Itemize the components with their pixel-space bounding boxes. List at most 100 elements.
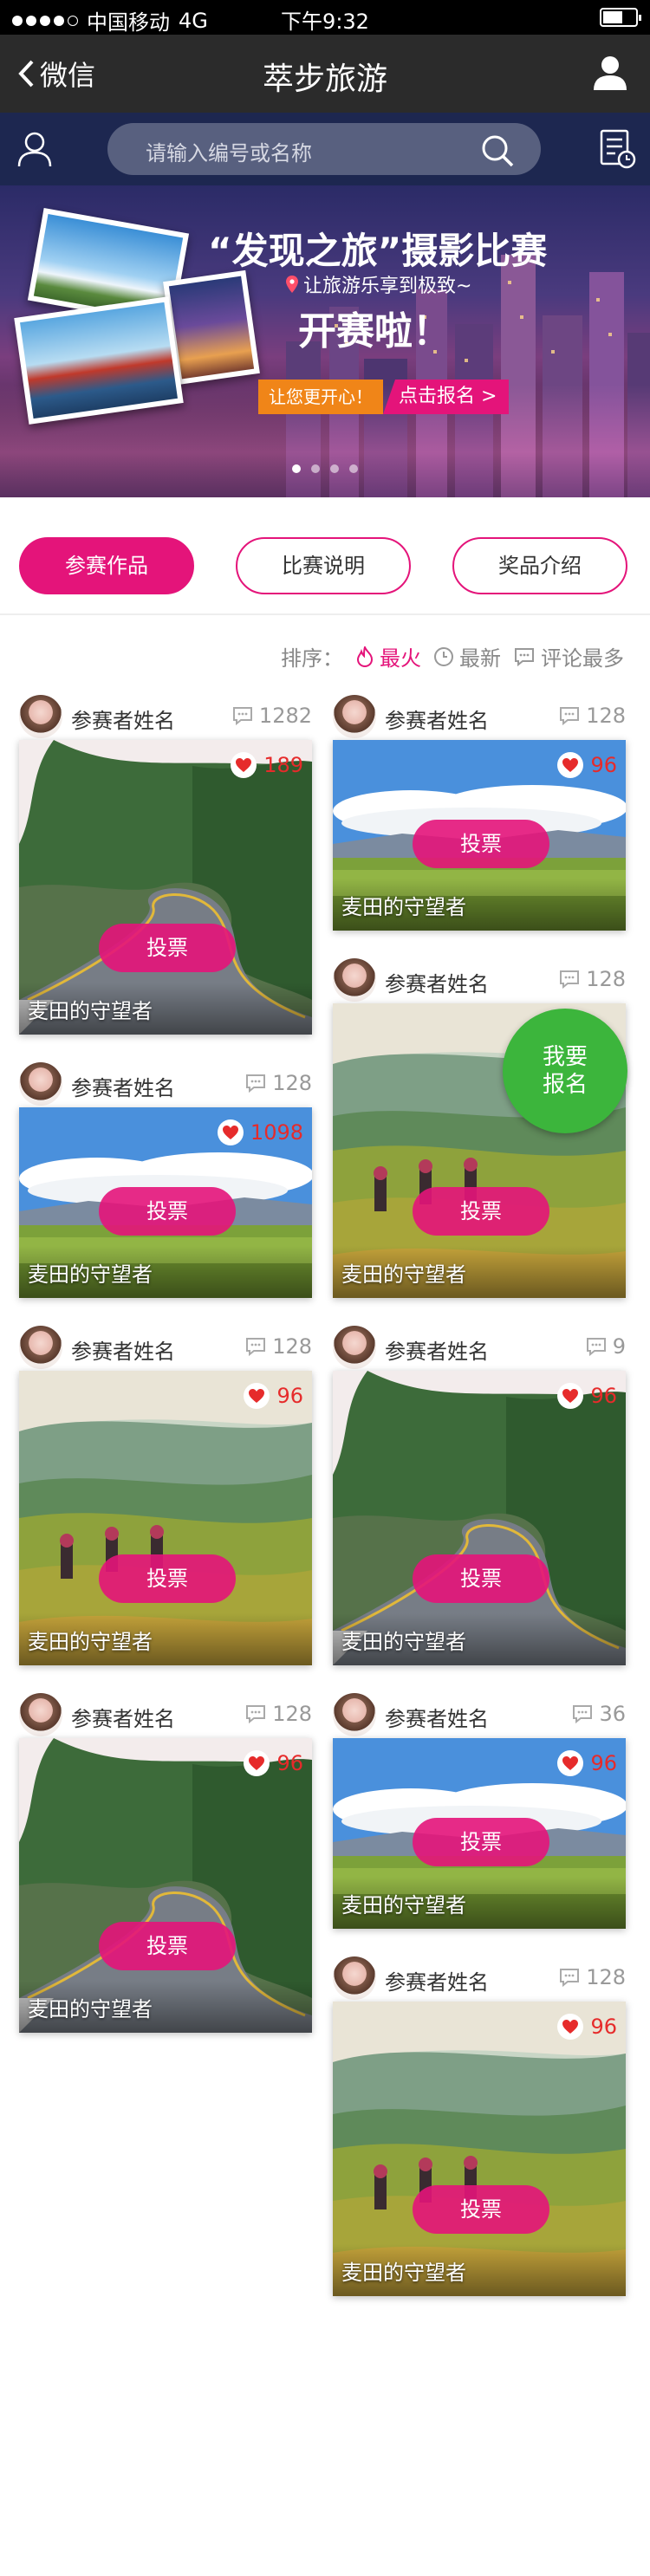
entry-card[interactable]: 参赛者姓名 128 1098 投票 麦田的守望者 [19, 1061, 312, 1298]
tab-bar: 参赛作品 比赛说明 奖品介绍 [0, 499, 650, 615]
vote-button[interactable]: 投票 [99, 924, 236, 972]
sort-hottest[interactable]: 最火 [355, 641, 421, 672]
sort-newest[interactable]: 最新 [433, 641, 501, 672]
comment-count-value: 128 [272, 1702, 312, 1726]
search-input[interactable]: 请输入编号或名称 [107, 123, 541, 175]
sort-bar: 排序： 最火 最新 评论最多 [281, 641, 624, 672]
comment-count-value: 128 [272, 1334, 312, 1359]
avatar[interactable] [19, 695, 62, 738]
nav-bar: 微信 萃步旅游 [0, 35, 650, 113]
tab-prizes[interactable]: 奖品介绍 [452, 537, 627, 594]
comment-count[interactable]: 128 [244, 1702, 312, 1726]
tab-rules[interactable]: 比赛说明 [236, 537, 411, 594]
entry-card-header: 参赛者姓名 9 [333, 1324, 626, 1371]
banner-photo-bridge [14, 296, 184, 425]
comment-count[interactable]: 128 [244, 1071, 312, 1095]
like-count: 96 [276, 1384, 303, 1408]
like-badge[interactable]: 96 [557, 2014, 617, 2040]
like-badge[interactable]: 96 [557, 752, 617, 778]
entry-card[interactable]: 参赛者姓名 36 96 投票 麦田的守望者 [333, 1691, 626, 1929]
entry-caption: 麦田的守望者 [341, 895, 466, 919]
entry-photo[interactable]: 96 投票 麦田的守望者 [19, 1371, 312, 1665]
comment-count[interactable]: 9 [585, 1334, 626, 1359]
sort-most-comments[interactable]: 评论最多 [513, 641, 624, 672]
vote-button[interactable]: 投票 [413, 820, 549, 868]
entry-card[interactable]: 参赛者姓名 1282 189 投票 麦田的守望者 [19, 693, 312, 1035]
vote-button[interactable]: 投票 [99, 1922, 236, 1970]
carousel-dot[interactable] [349, 464, 358, 473]
entry-photo[interactable]: 96 投票 麦田的守望者 [333, 1371, 626, 1665]
entry-card-header: 参赛者姓名 36 [333, 1691, 626, 1738]
fab-label-line1: 我要 [542, 1044, 588, 1070]
entry-photo[interactable]: 189 投票 麦田的守望者 [19, 740, 312, 1035]
entry-card-header: 参赛者姓名 128 [333, 693, 626, 740]
entrant-name: 参赛者姓名 [71, 709, 175, 733]
like-badge[interactable]: 96 [244, 1750, 303, 1776]
entry-caption: 麦田的守望者 [341, 2261, 466, 2285]
entry-photo[interactable]: 96 投票 麦田的守望者 [333, 2002, 626, 2296]
entry-card[interactable]: 参赛者姓名 128 96 投票 麦田的守望者 [19, 1324, 312, 1665]
avatar[interactable] [333, 1326, 376, 1369]
carousel-indicators [0, 464, 650, 473]
entrant-name: 参赛者姓名 [385, 1970, 489, 1995]
entry-photo[interactable]: 96 投票 麦田的守望者 [333, 740, 626, 931]
like-badge[interactable]: 96 [557, 1383, 617, 1409]
tab-entries[interactable]: 参赛作品 [19, 537, 194, 594]
entry-card[interactable]: 参赛者姓名 128 96 投票 麦田的守望者 [333, 1955, 626, 2296]
comment-count[interactable]: 1282 [231, 704, 312, 728]
carousel-dot[interactable] [330, 464, 339, 473]
fab-label-line2: 报名 [542, 1072, 588, 1098]
comment-count[interactable]: 128 [558, 704, 626, 728]
like-badge[interactable]: 189 [231, 752, 303, 778]
vote-button[interactable]: 投票 [413, 1187, 549, 1236]
vote-button[interactable]: 投票 [99, 1554, 236, 1603]
comment-count-value: 128 [586, 967, 626, 991]
like-badge[interactable]: 96 [557, 1750, 617, 1776]
carousel-dot[interactable] [292, 464, 301, 473]
entry-card-header: 参赛者姓名 128 [333, 957, 626, 1003]
like-badge[interactable]: 1098 [217, 1119, 303, 1145]
profile-icon[interactable] [591, 54, 629, 92]
vote-button[interactable]: 投票 [413, 2185, 549, 2234]
entry-photo[interactable]: 1098 投票 麦田的守望者 [19, 1107, 312, 1298]
avatar[interactable] [333, 695, 376, 738]
like-badge[interactable]: 96 [244, 1383, 303, 1409]
search-icon[interactable] [480, 133, 515, 168]
signup-tag-button[interactable]: 点击报名 > [383, 380, 510, 414]
entry-card[interactable]: 参赛者姓名 9 96 投票 麦田的守望者 [333, 1324, 626, 1665]
flame-icon [356, 646, 374, 667]
carousel-dot[interactable] [311, 464, 320, 473]
entry-photo[interactable]: 96 投票 麦田的守望者 [19, 1738, 312, 2033]
entry-card[interactable]: 参赛者姓名 128 96 投票 麦田的守望者 [333, 693, 626, 931]
avatar[interactable] [19, 1062, 62, 1106]
person-icon[interactable] [16, 130, 54, 168]
heart-icon [557, 1750, 584, 1776]
comment-count[interactable]: 128 [558, 1965, 626, 1989]
avatar[interactable] [333, 1956, 376, 2000]
entry-card-header: 参赛者姓名 1282 [19, 693, 312, 740]
comment-icon [246, 1338, 266, 1357]
status-bar: 中国移动 4G 下午9:32 [0, 0, 650, 35]
entrant-name: 参赛者姓名 [71, 1340, 175, 1364]
signup-fab-button[interactable]: 我要 报名 [503, 1009, 627, 1133]
vote-button[interactable]: 投票 [413, 1554, 549, 1603]
comment-count[interactable]: 36 [571, 1702, 626, 1726]
avatar[interactable] [333, 1693, 376, 1736]
vote-button[interactable]: 投票 [99, 1187, 236, 1236]
avatar[interactable] [19, 1326, 62, 1369]
document-clock-icon[interactable] [598, 128, 636, 170]
entries-column-left: 参赛者姓名 1282 189 投票 麦田的守望者 参赛者姓名 128 1098 … [19, 693, 312, 2059]
avatar[interactable] [333, 958, 376, 1002]
entry-photo[interactable]: 96 投票 麦田的守望者 [333, 1738, 626, 1929]
promo-banner[interactable]: “发现之旅”摄影比赛 让旅游乐享到极致~ 开赛啦！ 让您更开心！ 点击报名 > [0, 185, 650, 497]
entry-card[interactable]: 参赛者姓名 128 96 投票 麦田的守望者 [19, 1691, 312, 2033]
signup-tag[interactable]: 让您更开心！ 点击报名 > [258, 380, 510, 414]
comment-icon [560, 970, 580, 990]
search-bar-row: 请输入编号或名称 [0, 113, 650, 185]
page-title: 萃步旅游 [262, 62, 387, 97]
vote-button[interactable]: 投票 [413, 1818, 549, 1866]
comment-count[interactable]: 128 [558, 967, 626, 991]
avatar[interactable] [19, 1693, 62, 1736]
comment-count[interactable]: 128 [244, 1334, 312, 1359]
sort-label: 排序： [281, 646, 343, 671]
